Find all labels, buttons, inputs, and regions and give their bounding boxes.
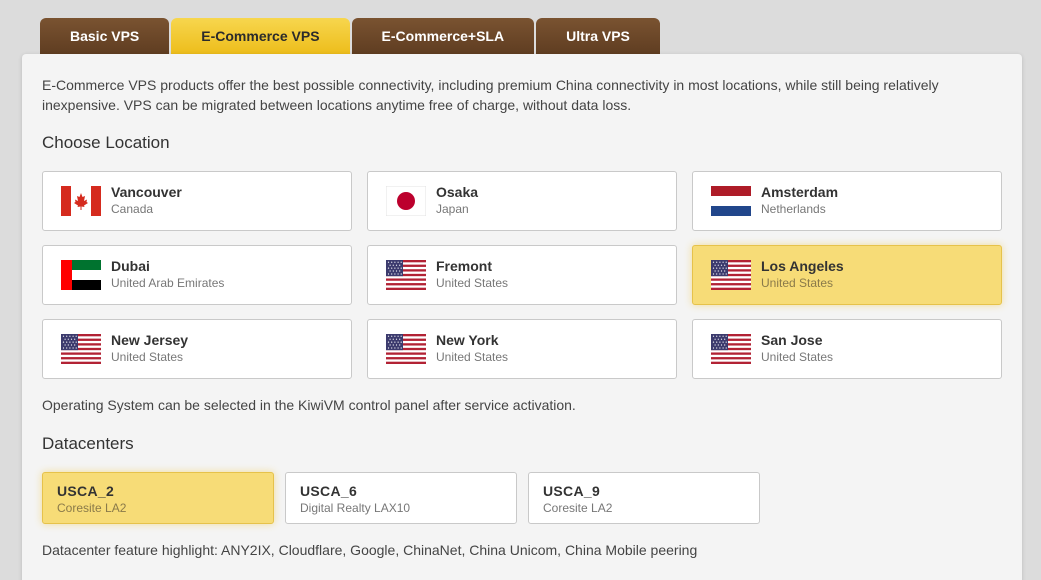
- location-country: Netherlands: [761, 202, 826, 216]
- canada-flag-icon: [61, 186, 101, 216]
- datacenter-usca-9[interactable]: USCA_9 Coresite LA2: [528, 472, 760, 524]
- location-fremont[interactable]: Fremont United States: [367, 245, 677, 305]
- os-note: Operating System can be selected in the …: [42, 397, 576, 413]
- us-flag-icon: [61, 334, 101, 364]
- location-amsterdam[interactable]: Amsterdam Netherlands: [692, 171, 1002, 231]
- location-country: United States: [761, 276, 834, 290]
- product-panel: E-Commerce VPS products offer the best p…: [22, 54, 1022, 580]
- product-description: E-Commerce VPS products offer the best p…: [42, 77, 939, 113]
- location-city: Los Angeles: [761, 258, 844, 274]
- location-vancouver[interactable]: Vancouver Canada: [42, 171, 352, 231]
- location-country: United Arab Emirates: [111, 276, 225, 290]
- location-city: New York: [436, 332, 499, 348]
- location-city: Dubai: [111, 258, 150, 274]
- japan-flag-icon: [386, 186, 426, 216]
- location-city: Amsterdam: [761, 184, 839, 200]
- location-los-angeles[interactable]: Los Angeles United States: [692, 245, 1002, 305]
- uae-flag-icon: [61, 260, 101, 290]
- location-new-jersey[interactable]: New Jersey United States: [42, 319, 352, 379]
- location-osaka[interactable]: Osaka Japan: [367, 171, 677, 231]
- location-san-jose[interactable]: San Jose United States: [692, 319, 1002, 379]
- locations-heading: Choose Location: [42, 133, 170, 152]
- product-tabs: Basic VPS E-Commerce VPS E-Commerce+SLA …: [40, 18, 660, 54]
- datacenter-highlight: Datacenter feature highlight: ANY2IX, Cl…: [42, 542, 698, 558]
- datacenters-heading: Datacenters: [42, 434, 134, 453]
- datacenter-list: USCA_2 Coresite LA2 USCA_6 Digital Realt…: [42, 472, 760, 524]
- location-city: New Jersey: [111, 332, 189, 348]
- us-flag-icon: [386, 260, 426, 290]
- datacenter-name: Digital Realty LAX10: [300, 501, 411, 515]
- location-new-york[interactable]: New York United States: [367, 319, 677, 379]
- location-city: San Jose: [761, 332, 823, 348]
- datacenter-code: USCA_9: [543, 483, 601, 499]
- netherlands-flag-icon: [711, 186, 751, 216]
- datacenter-name: Coresite LA2: [57, 501, 127, 515]
- tab-basic-vps[interactable]: Basic VPS: [40, 18, 170, 54]
- datacenter-name: Coresite LA2: [543, 501, 613, 515]
- datacenter-usca-2[interactable]: USCA_2 Coresite LA2: [42, 472, 274, 524]
- datacenter-code: USCA_6: [300, 483, 358, 499]
- location-country: Canada: [111, 202, 154, 216]
- location-country: Japan: [436, 202, 469, 216]
- us-flag-icon: [711, 260, 751, 290]
- location-city: Vancouver: [111, 184, 182, 200]
- datacenter-code: USCA_2: [57, 483, 115, 499]
- location-city: Osaka: [436, 184, 479, 200]
- us-flag-icon: [386, 334, 426, 364]
- location-city: Fremont: [436, 258, 492, 274]
- location-dubai[interactable]: Dubai United Arab Emirates: [42, 245, 352, 305]
- location-country: United States: [436, 276, 509, 290]
- location-country: United States: [111, 350, 184, 364]
- tab-ecommerce-sla[interactable]: E-Commerce+SLA: [351, 18, 535, 54]
- location-grid: Vancouver Canada Osaka Japan Amsterdam N…: [42, 171, 1002, 379]
- location-country: United States: [436, 350, 509, 364]
- tab-ecommerce-vps[interactable]: E-Commerce VPS: [171, 18, 350, 54]
- tab-ultra-vps[interactable]: Ultra VPS: [536, 18, 660, 54]
- datacenter-usca-6[interactable]: USCA_6 Digital Realty LAX10: [285, 472, 517, 524]
- us-flag-icon: [711, 334, 751, 364]
- location-country: United States: [761, 350, 834, 364]
